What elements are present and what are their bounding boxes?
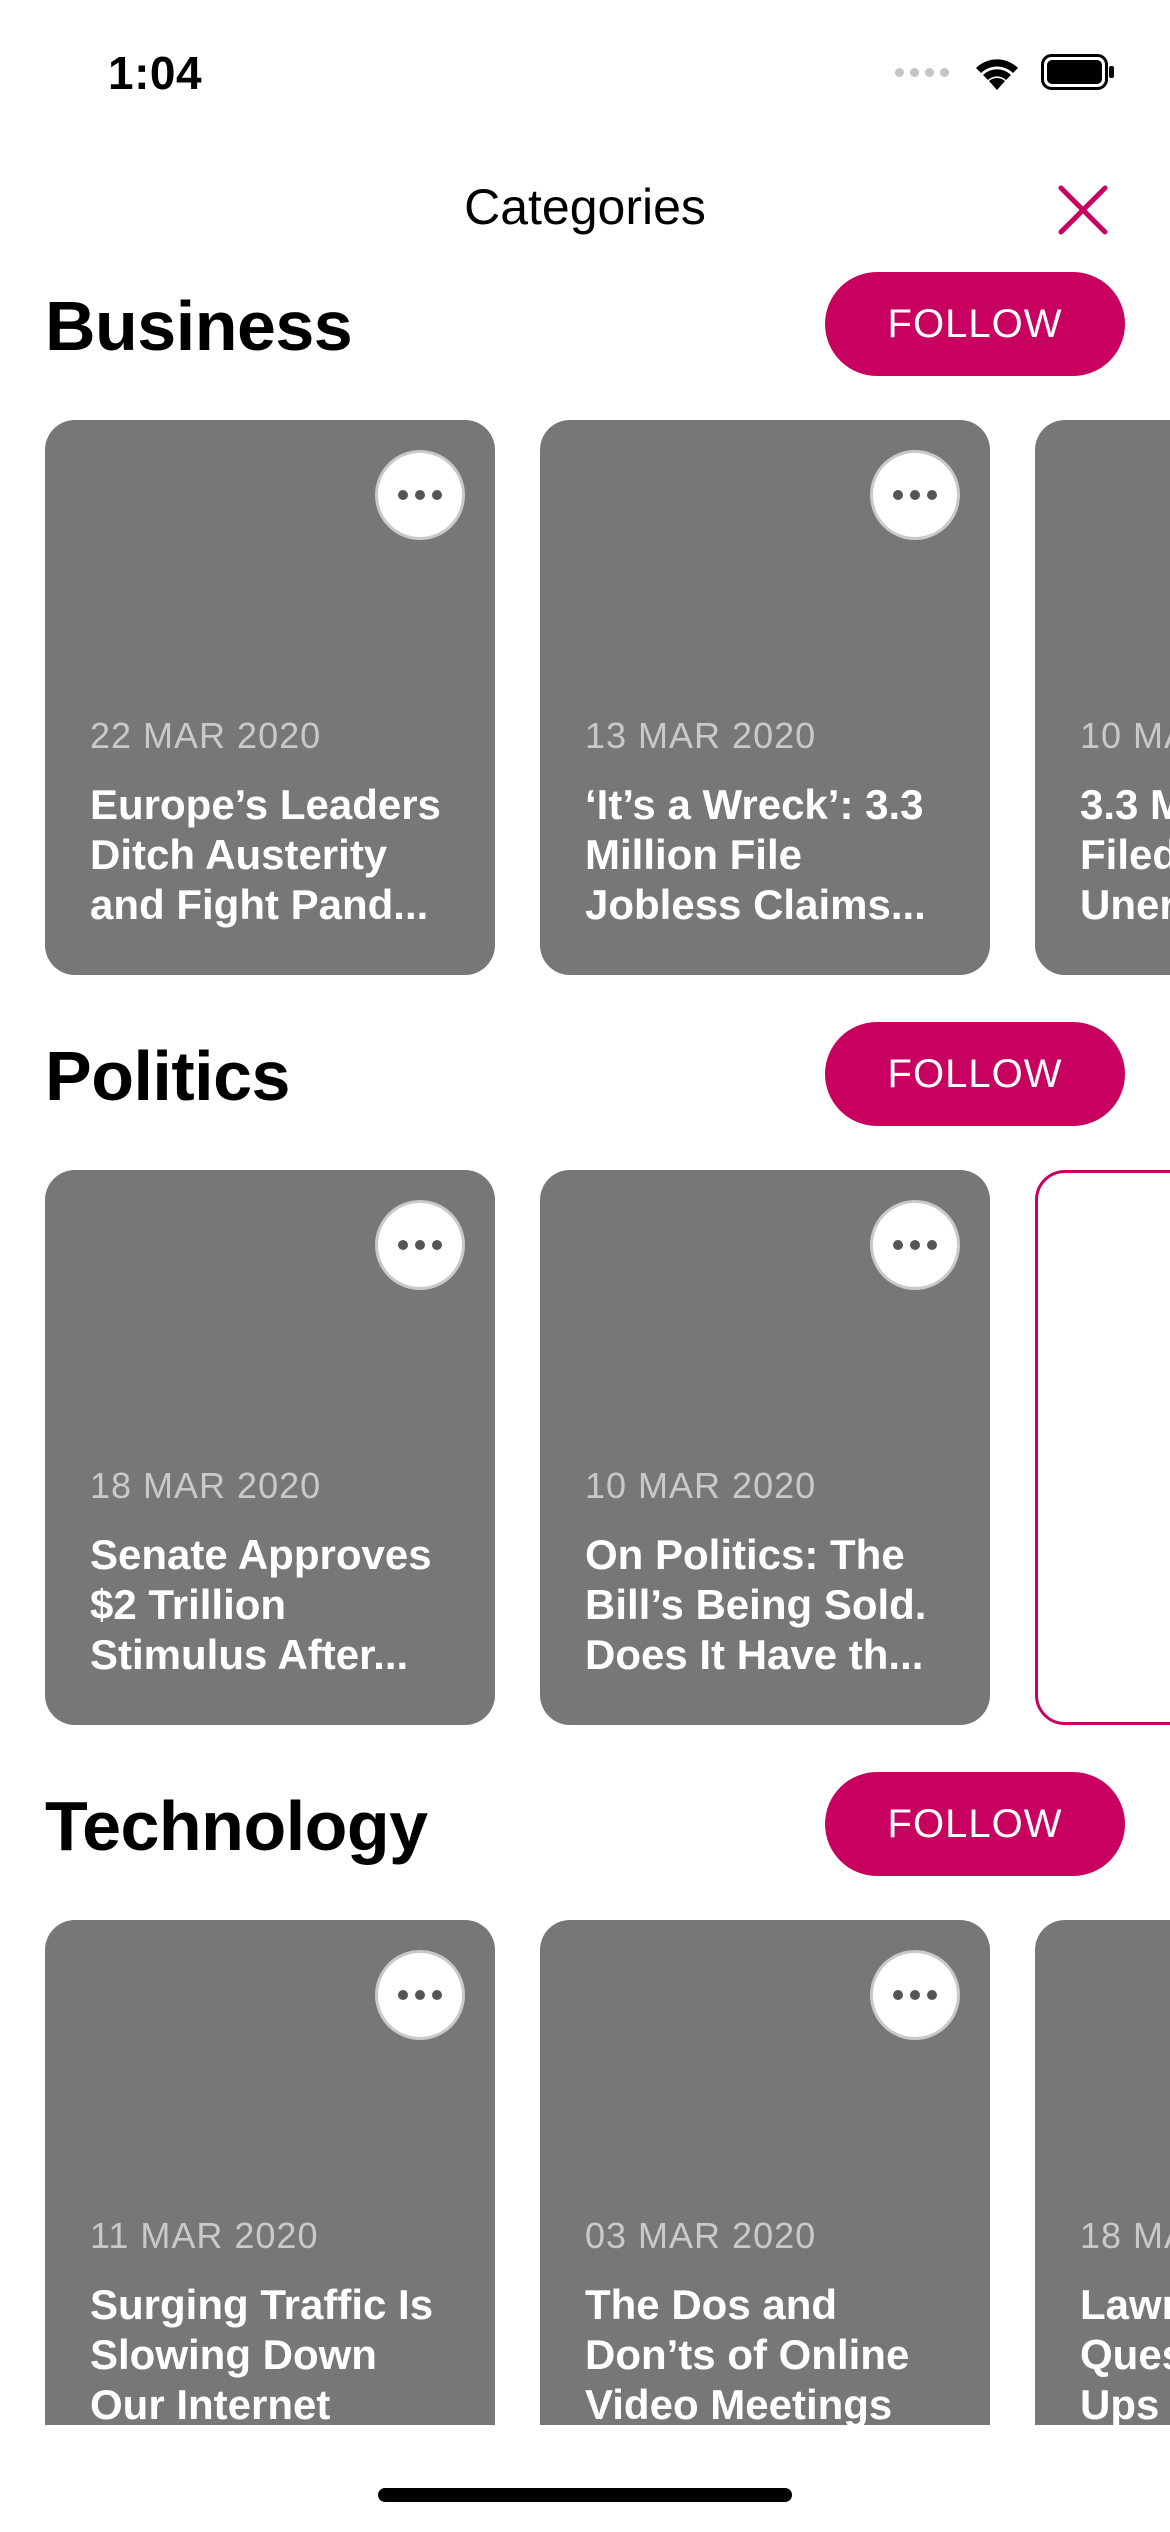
- section-title: Politics: [45, 1037, 290, 1115]
- close-icon: [1058, 185, 1108, 235]
- battery-icon: [1041, 54, 1115, 90]
- see-more-card[interactable]: [1035, 1170, 1170, 1725]
- section-technology: Technology FOLLOW 11 MAR 2020 Surging Tr…: [0, 1772, 1170, 2425]
- article-headline: 3.3 M Filed Uner: [1080, 781, 1170, 928]
- section-title: Technology: [45, 1787, 428, 1865]
- section-header: Politics FOLLOW: [0, 1022, 1170, 1132]
- article-headline: ‘It’s a Wreck’: 3.3 Million File Jobless…: [585, 781, 926, 928]
- more-options-button[interactable]: [375, 450, 465, 540]
- follow-button[interactable]: FOLLOW: [825, 272, 1125, 376]
- article-date: 11 MAR 2020: [90, 2215, 319, 2256]
- more-options-button[interactable]: [375, 1950, 465, 2040]
- more-options-button[interactable]: [870, 1950, 960, 2040]
- section-header: Business FOLLOW: [0, 272, 1170, 382]
- cellular-signal-icon: [895, 67, 949, 77]
- article-headline: On Politics: The Bill’s Being Sold. Does…: [585, 1531, 927, 1678]
- card-carousel[interactable]: 11 MAR 2020 Surging Traffic Is Slowing D…: [45, 1920, 1170, 2425]
- article-date: 18 MAR 2020: [90, 1465, 322, 1506]
- status-bar: 1:04: [0, 0, 1170, 140]
- article-card[interactable]: 11 MAR 2020 Surging Traffic Is Slowing D…: [45, 1920, 495, 2425]
- home-indicator[interactable]: [378, 2488, 792, 2502]
- status-time: 1:04: [108, 47, 203, 99]
- article-headline: Senate Approves $2 Trillion Stimulus Aft…: [90, 1531, 432, 1678]
- article-date: 18 MA: [1080, 2215, 1170, 2256]
- more-options-button[interactable]: [870, 450, 960, 540]
- wifi-icon: [971, 52, 1023, 92]
- follow-button[interactable]: FOLLOW: [825, 1022, 1125, 1126]
- article-headline: Lawr Ques Ups: [1080, 2281, 1170, 2425]
- status-icons: [895, 52, 1115, 92]
- section-header: Technology FOLLOW: [0, 1772, 1170, 1882]
- section-business: Business FOLLOW 22 MAR 2020 Europe’s Lea…: [0, 272, 1170, 975]
- more-options-button[interactable]: [375, 1200, 465, 1290]
- article-date: 03 MAR 2020: [585, 2215, 817, 2256]
- section-title: Business: [45, 287, 353, 365]
- article-date: 10 MAR 2020: [585, 1465, 817, 1506]
- article-headline: Surging Traffic Is Slowing Down Our Inte…: [90, 2281, 434, 2425]
- page-title: Categories: [464, 179, 706, 235]
- more-options-button[interactable]: [870, 1200, 960, 1290]
- article-card[interactable]: 03 MAR 2020 The Dos and Don’ts of Online…: [540, 1920, 990, 2425]
- article-headline: The Dos and Don’ts of Online Video Meeti…: [585, 2281, 910, 2425]
- article-card[interactable]: 18 MAR 2020 Senate Approves $2 Trillion …: [45, 1170, 495, 1725]
- article-card[interactable]: 18 MA Lawr Ques Ups: [1035, 1920, 1170, 2425]
- card-carousel[interactable]: 22 MAR 2020 Europe’s Leaders Ditch Auste…: [45, 420, 1170, 975]
- article-card[interactable]: 10 MA 3.3 M Filed Uner: [1035, 420, 1170, 975]
- follow-button[interactable]: FOLLOW: [825, 1772, 1125, 1876]
- section-politics: Politics FOLLOW 18 MAR 2020 Senate Appro…: [0, 1022, 1170, 1725]
- article-headline: Europe’s Leaders Ditch Austerity and Fig…: [90, 781, 441, 928]
- article-card[interactable]: 13 MAR 2020 ‘It’s a Wreck’: 3.3 Million …: [540, 420, 990, 975]
- article-card[interactable]: 22 MAR 2020 Europe’s Leaders Ditch Auste…: [45, 420, 495, 975]
- card-carousel[interactable]: 18 MAR 2020 Senate Approves $2 Trillion …: [45, 1170, 1170, 1725]
- article-date: 22 MAR 2020: [90, 715, 322, 756]
- article-date: 10 MA: [1080, 715, 1170, 756]
- article-date: 13 MAR 2020: [585, 715, 817, 756]
- article-card[interactable]: 10 MAR 2020 On Politics: The Bill’s Bein…: [540, 1170, 990, 1725]
- close-button[interactable]: [1051, 178, 1115, 242]
